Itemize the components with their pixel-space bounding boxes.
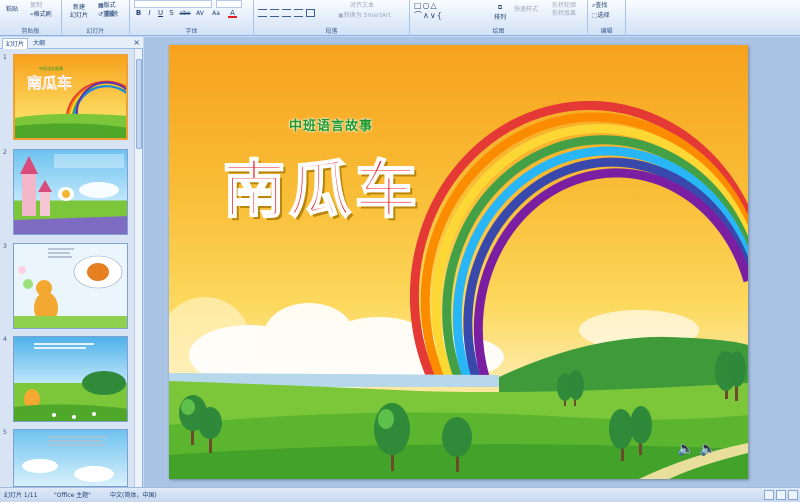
speaker-icon[interactable]: 🔈 [677,441,694,457]
thumb4-art [14,343,127,421]
font-size-dropdown[interactable] [216,0,242,8]
slide-number: 1 [3,54,7,61]
select-label: 选择 [597,12,610,19]
thumb2-art [14,154,127,234]
underline-button[interactable]: U [156,9,165,18]
quick-styles-label: 快速样式 [514,6,539,13]
font-name-dropdown[interactable] [134,0,212,8]
slide-number: 3 [3,243,7,250]
panel-scrollbar[interactable] [134,49,142,487]
strike-button[interactable]: abe [178,9,192,18]
align-buttons [258,9,315,17]
thumb-title: 南瓜车 [27,74,73,92]
arrange-icon: ⧉ [497,4,503,11]
tab-outline[interactable]: 大纲 [30,38,48,49]
thumb3-art [14,248,127,328]
arrange-button[interactable]: ⧉ 排列 [494,4,506,21]
arrange-label: 排列 [494,14,507,21]
slide-number: 2 [3,149,7,156]
paste-button[interactable]: 粘贴 [6,4,18,13]
slide-thumbnail-5[interactable] [13,429,128,487]
new-slide-button[interactable]: 新建 幻灯片 [70,4,88,20]
speaker-icon[interactable]: 🔈 [699,441,716,457]
shadow-button[interactable]: S [167,9,176,18]
close-icon[interactable]: × [133,38,140,48]
rainbow [409,100,748,379]
align-left-icon[interactable] [258,9,267,17]
paragraph-group: 对齐文本 ▣转换为 SmartArt 段落 [254,0,410,36]
slide-number: 4 [3,336,7,343]
font-color-button[interactable]: A [228,9,237,18]
italic-button[interactable]: I [145,9,154,18]
editing-group-label: 编辑 [600,28,613,35]
thumb5-art [22,436,114,482]
align-center-icon[interactable] [270,9,279,17]
font-group: B I U S abe AV Aa A 字体 [130,0,254,36]
tab-slides[interactable]: 幻灯片 [2,38,29,49]
shape-effects-label: 形状效果 [552,10,577,17]
align-right-icon[interactable] [282,9,291,17]
slide-thumbnail-2[interactable] [13,149,128,235]
drawing-group-label: 绘图 [492,28,505,35]
status-bar: 幻灯片 1/11 "Office 主题" 中文(简体，中国) [0,487,800,502]
change-case-button[interactable]: Aa [210,9,222,18]
slide-position: 幻灯片 1/11 [4,492,38,499]
clipboard-group-label: 剪贴板 [21,28,40,35]
slide-number: 5 [3,429,7,436]
align-text-button[interactable]: 对齐文本 [350,0,374,9]
main-slide[interactable]: 中班语言故事 南瓜车 🔈 🔈 [169,45,748,479]
slides-group-label: 幻灯片 [86,28,105,35]
copy-label: 复制 [30,2,43,9]
editing-group: ⌕查找 替换 ⬚选择 编辑 [588,0,626,36]
slide-thumbnail-1[interactable]: 中班语言故事 南瓜车 [13,54,128,140]
paragraph-group-label: 段落 [325,28,338,35]
font-group-label: 字体 [185,28,198,35]
new-slide-label2: 幻灯片 [70,12,89,19]
slides-group: 新建 幻灯片 ▦版式 ↺重设 删除 幻灯片 [62,0,130,36]
select-button[interactable]: ⬚选择 [592,10,610,19]
slide-editor: 中班语言故事 南瓜车 🔈 🔈 [144,37,800,487]
shape-effects-button[interactable]: 形状效果 [552,8,576,17]
slide-background-art [169,100,748,479]
panel-tabs: 幻灯片 大纲 × [0,37,143,49]
theme-name[interactable]: "Office 主题" [54,490,91,499]
slide-sorter-button[interactable] [776,490,786,500]
thumb1-art [15,80,126,138]
char-spacing-button[interactable]: AV [194,9,206,18]
delete-label: 删除 [106,11,119,18]
normal-view-button[interactable] [764,490,774,500]
slide-thumbnail-4[interactable] [13,336,128,422]
copy-button[interactable]: 复制 [30,0,42,9]
format-painter-button[interactable]: ⌁格式刷 [30,9,52,18]
slide-title[interactable]: 南瓜车 [222,139,421,229]
layout-label: 版式 [103,2,116,9]
find-button[interactable]: ⌕查找 [592,0,607,10]
format-painter-label: 格式刷 [33,11,52,18]
bold-button[interactable]: B [134,9,143,18]
shapes-gallery[interactable]: □○△ ⌒∧∨{ [414,1,492,23]
scrollbar-thumb[interactable] [136,59,142,149]
align-text-label: 对齐文本 [350,2,375,9]
ribbon: 粘贴 复制 ⌁格式刷 剪贴板 新建 幻灯片 ▦版式 ↺重设 删除 幻灯片 B I… [0,0,800,36]
new-slide-label: 新建 [73,4,86,11]
drawing-group: □○△ ⌒∧∨{ ⧉ 排列 快速样式 形状轮廓 形状效果 绘图 [410,0,588,36]
paste-label: 粘贴 [6,6,19,13]
convert-smartart-button[interactable]: ▣转换为 SmartArt [338,10,391,19]
shape-rect-icon: □○△ [414,1,438,10]
smartart-label: 转换为 SmartArt [343,12,391,19]
clipboard-group: 粘贴 复制 ⌁格式刷 剪贴板 [0,0,62,36]
slides-panel: 幻灯片 大纲 × 1 中班语言故事 南瓜车 2 3 4 5 [0,37,143,487]
find-label: 查找 [595,2,608,9]
delete-button[interactable]: 删除 [106,9,118,18]
quick-styles-button[interactable]: 快速样式 [514,4,538,13]
justify-icon[interactable] [294,9,303,17]
shape-lines-icon: ⌒∧∨{ [414,11,443,20]
language[interactable]: 中文(简体，中国) [110,490,157,499]
columns-icon[interactable] [306,9,315,17]
slideshow-button[interactable] [788,490,798,500]
layout-button[interactable]: ▦版式 [98,0,116,9]
slide-thumbnail-3[interactable] [13,243,128,329]
slide-subtitle[interactable]: 中班语言故事 [289,115,373,134]
